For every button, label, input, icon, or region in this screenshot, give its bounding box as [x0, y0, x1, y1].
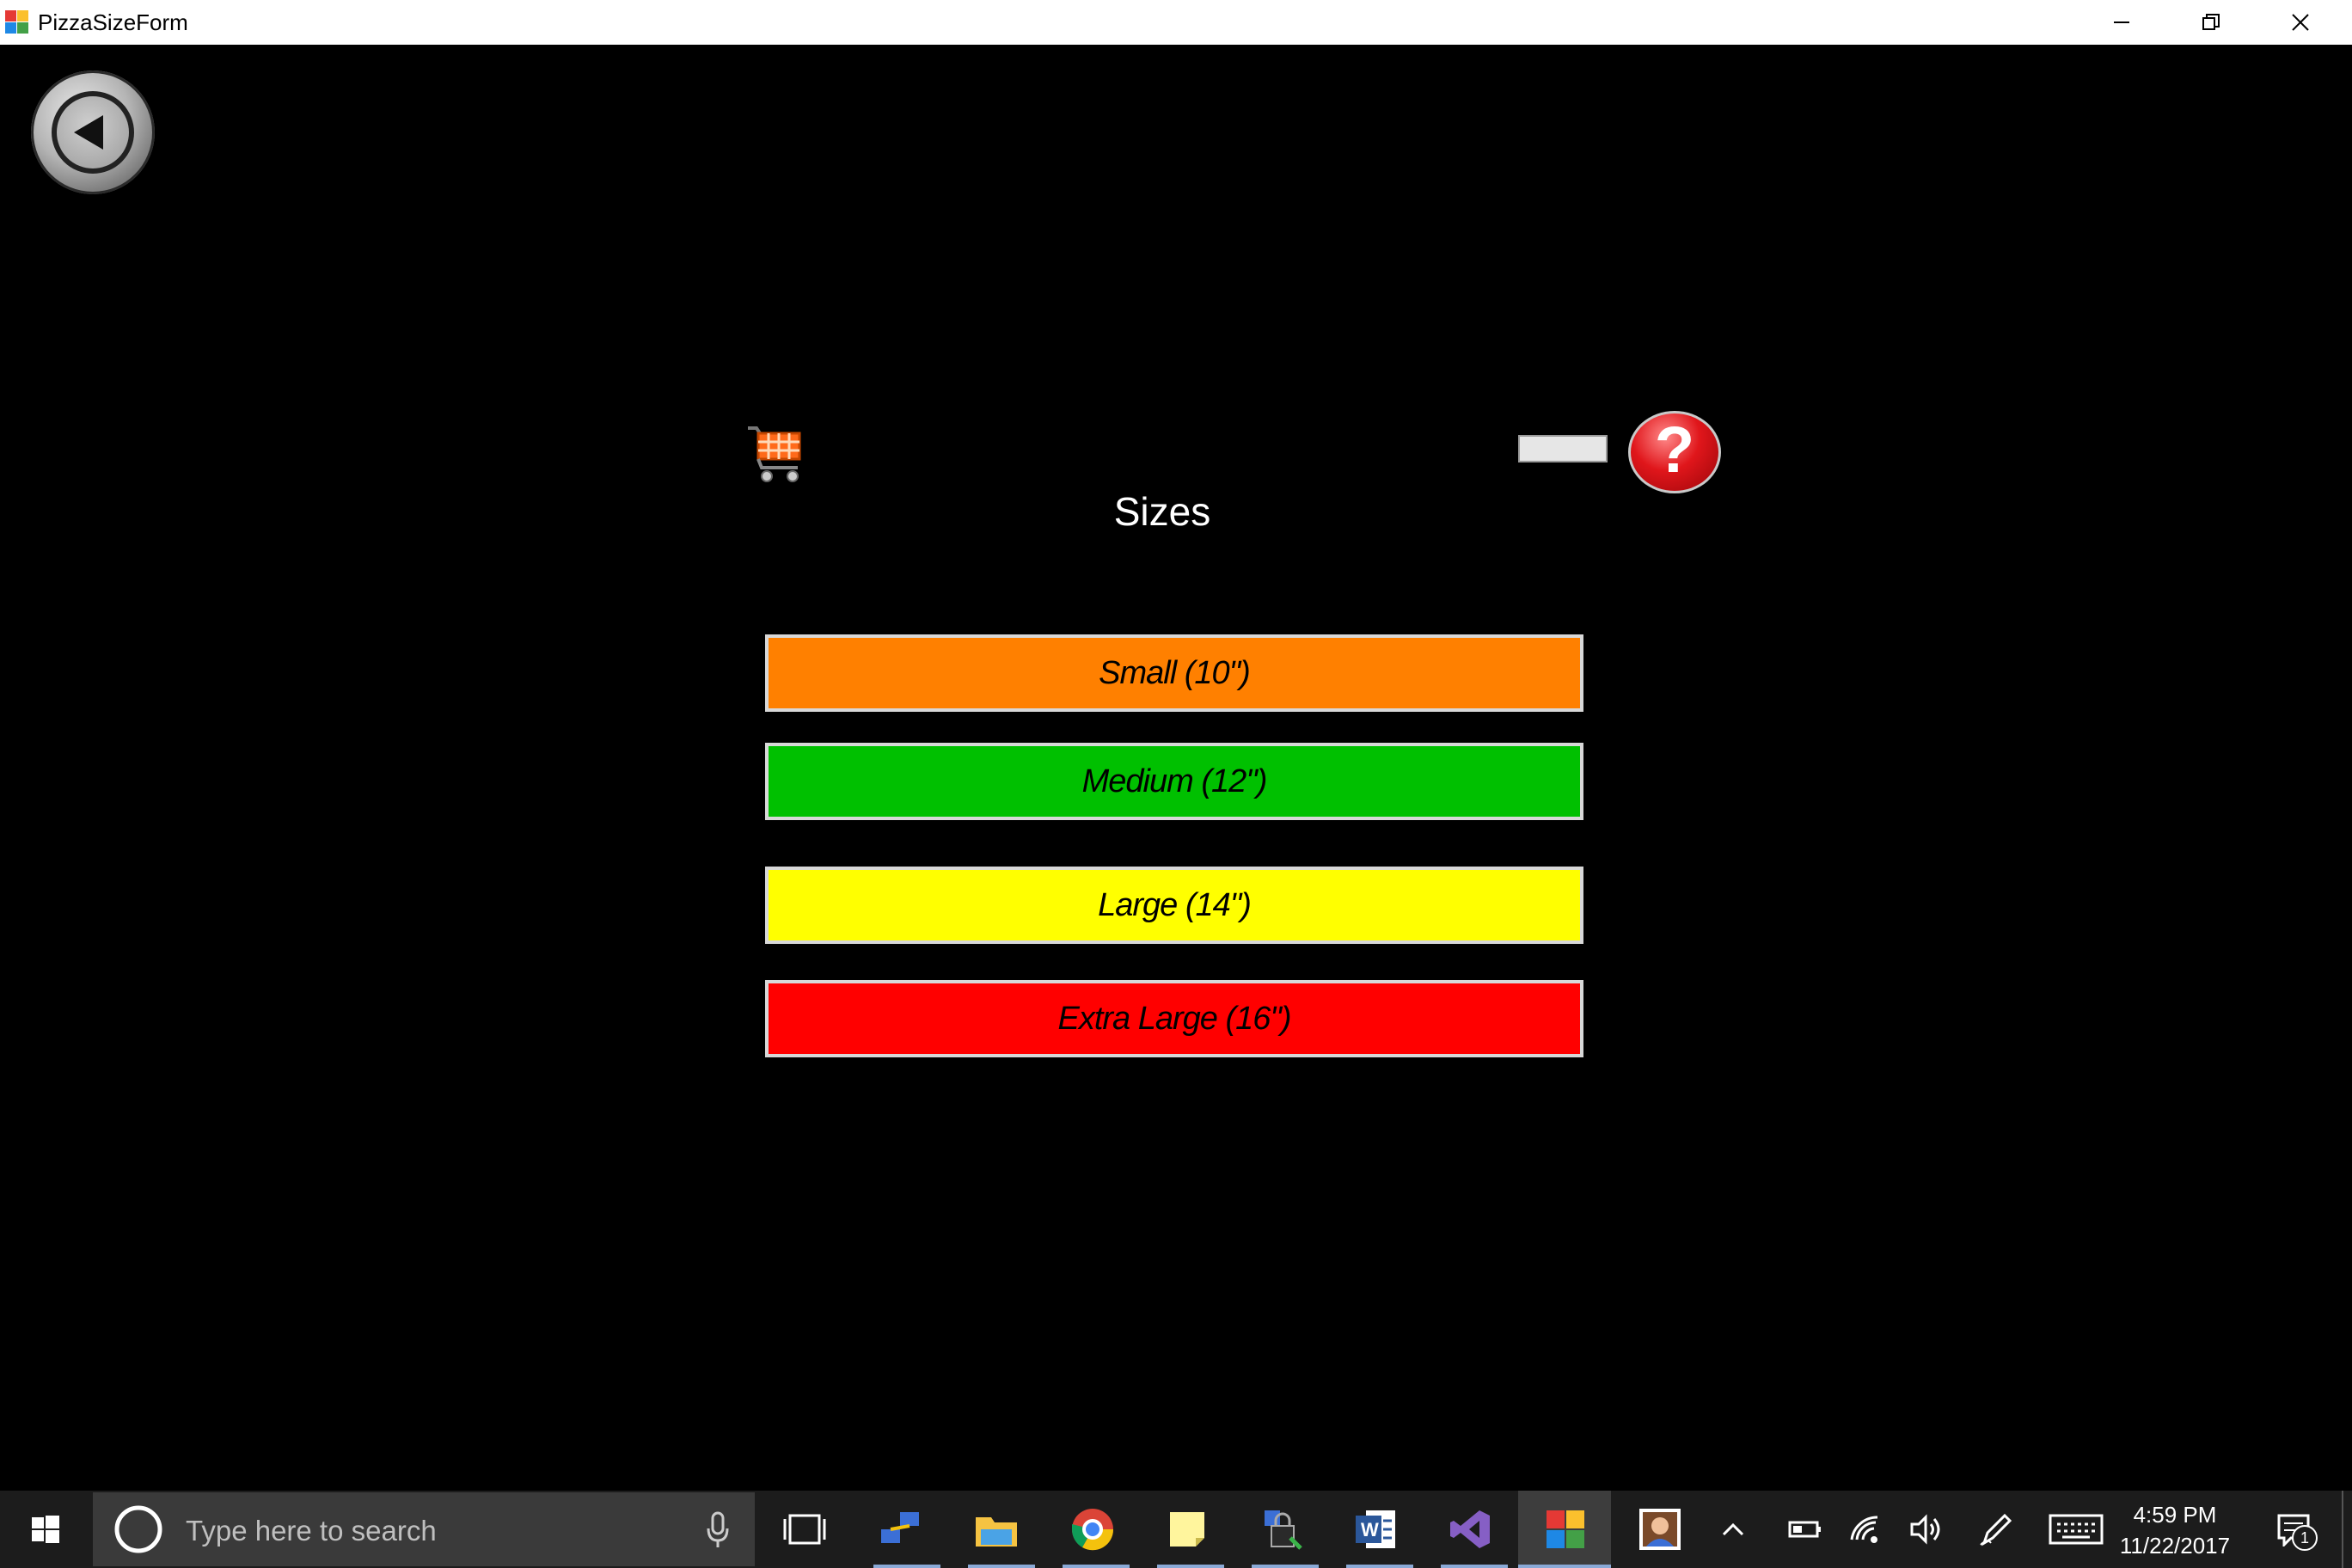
size-button-label: Small (10") [1099, 654, 1251, 691]
network-app-icon[interactable] [873, 1503, 927, 1556]
taskbar: Type here to search W 4:59 PM 11/22/2017… [0, 1491, 2352, 1568]
app-running-indicator [1518, 1565, 1611, 1568]
file-explorer-icon[interactable] [970, 1503, 1023, 1556]
visual-studio-icon[interactable] [1444, 1503, 1498, 1556]
minimize-button[interactable] [2077, 0, 2166, 45]
restore-icon [2202, 14, 2220, 30]
size-button-small[interactable]: Small (10") [765, 634, 1583, 712]
pizza-app-icon[interactable] [1539, 1503, 1592, 1556]
word-icon[interactable]: W [1350, 1503, 1403, 1556]
size-button-medium[interactable]: Medium (12") [765, 743, 1583, 820]
window-title: PizzaSizeForm [38, 9, 188, 35]
battery-icon[interactable] [1779, 1503, 1831, 1556]
size-button-label: Large (14") [1098, 886, 1252, 923]
app-running-indicator [1157, 1565, 1224, 1568]
question-mark-icon: ? [1654, 413, 1695, 487]
wifi-icon[interactable] [1840, 1503, 1891, 1556]
app-running-indicator [873, 1565, 940, 1568]
photo-app-icon[interactable] [1633, 1503, 1687, 1556]
cortana-icon[interactable] [113, 1504, 163, 1554]
chrome-icon[interactable] [1066, 1503, 1119, 1556]
size-button-extra-large[interactable]: Extra Large (16") [765, 980, 1583, 1057]
back-button[interactable] [31, 70, 155, 194]
sticky-notes-icon[interactable] [1161, 1503, 1214, 1556]
size-button-label: Extra Large (16") [1057, 1000, 1291, 1037]
notification-badge: 1 [2292, 1525, 2318, 1551]
close-button[interactable] [2256, 0, 2345, 45]
task-view-icon[interactable] [778, 1503, 831, 1556]
search-placeholder: Type here to search [186, 1515, 437, 1547]
size-button-large[interactable]: Large (14") [765, 867, 1583, 944]
search-box[interactable]: Type here to search [93, 1492, 755, 1566]
clock[interactable]: 4:59 PM 11/22/2017 [2098, 1499, 2252, 1561]
pen-icon[interactable] [1970, 1503, 2022, 1556]
title-bar: PizzaSizeForm [0, 0, 2352, 46]
back-arrow-icon [52, 91, 134, 174]
action-center-icon[interactable]: 1 [2264, 1503, 2324, 1556]
app-running-indicator [1063, 1565, 1130, 1568]
app-running-indicator [1252, 1565, 1319, 1568]
help-button[interactable]: ? [1628, 411, 1721, 493]
security-app-icon[interactable] [1255, 1503, 1308, 1556]
chevron-up-icon[interactable] [1716, 1503, 1750, 1556]
form-client-area: ? Sizes Small (10") Medium (12") Large (… [0, 45, 2352, 1491]
start-icon[interactable] [19, 1503, 72, 1556]
clock-time: 4:59 PM [2133, 1502, 2217, 1528]
app-running-indicator [968, 1565, 1035, 1568]
show-desktop-button[interactable] [2342, 1491, 2352, 1568]
shopping-cart-icon[interactable] [746, 423, 805, 483]
clock-date: 11/22/2017 [2119, 1533, 2231, 1559]
restore-button[interactable] [2166, 0, 2256, 45]
cart-count-field[interactable] [1518, 435, 1608, 462]
close-icon [2292, 14, 2309, 31]
svg-text:W: W [1361, 1519, 1379, 1540]
page-title: Sizes [1113, 489, 1211, 534]
app-running-indicator [1441, 1565, 1508, 1568]
volume-icon[interactable] [1900, 1503, 1951, 1556]
app-running-indicator [1346, 1565, 1413, 1568]
minimize-icon [2114, 21, 2129, 23]
microphone-icon[interactable] [705, 1511, 731, 1553]
size-button-label: Medium (12") [1081, 763, 1268, 799]
app-icon [5, 10, 29, 34]
